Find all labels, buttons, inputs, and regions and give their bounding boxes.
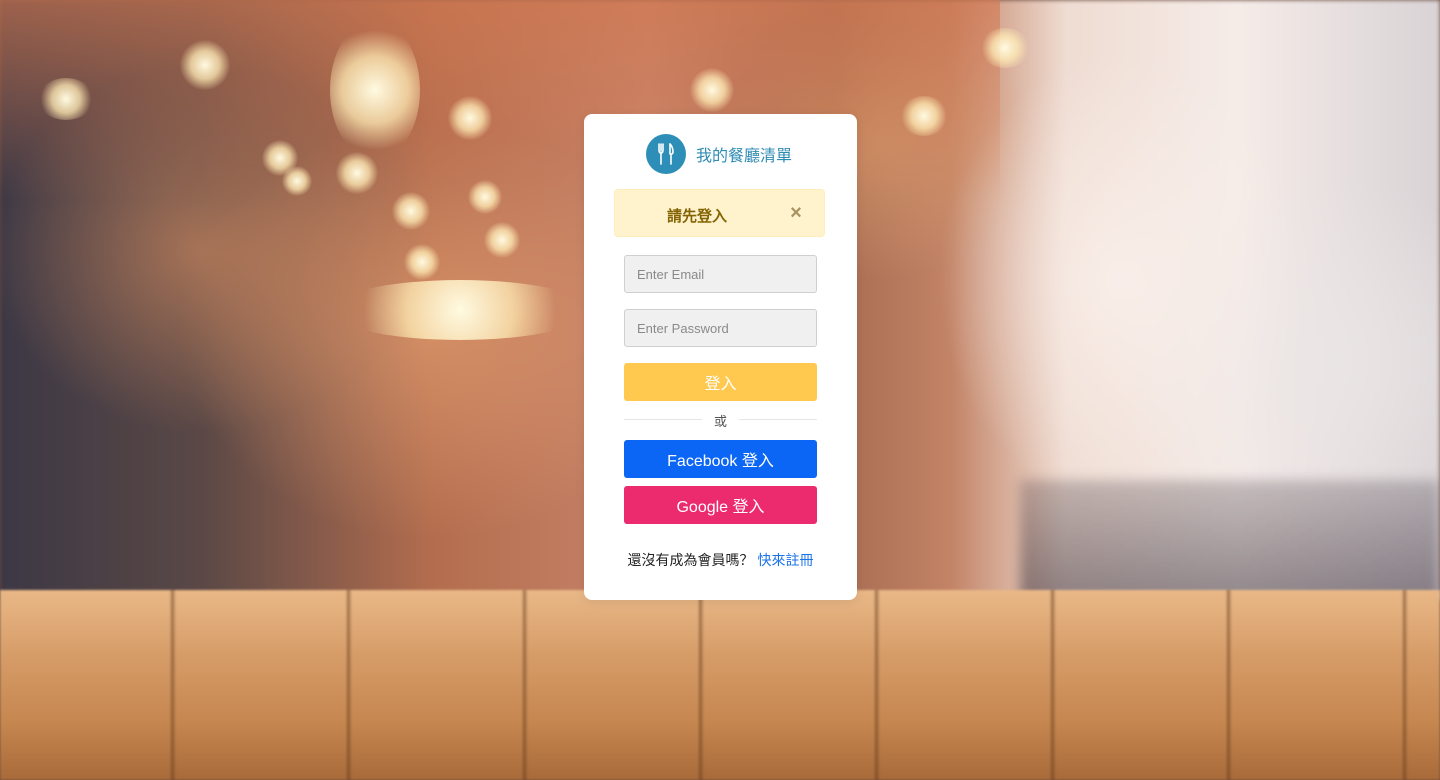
background-light bbox=[484, 222, 520, 258]
login-card: 我的餐廳清單 請先登入 × 登入 或 Facebook 登入 Google 登入… bbox=[584, 114, 857, 600]
background-table-shadow bbox=[1020, 480, 1440, 600]
login-button[interactable]: 登入 bbox=[624, 363, 817, 401]
email-input[interactable] bbox=[624, 255, 817, 293]
utensils-icon bbox=[646, 134, 686, 174]
divider-label: 或 bbox=[713, 414, 727, 429]
background-wooden-table bbox=[0, 590, 1440, 780]
divider-line-right bbox=[739, 419, 817, 420]
brand-name: 我的餐廳清單 bbox=[696, 148, 793, 165]
google-login-button[interactable]: Google 登入 bbox=[624, 486, 817, 524]
password-input[interactable] bbox=[624, 309, 817, 347]
alert-message: 請先登入 bbox=[667, 208, 728, 225]
close-icon[interactable]: × bbox=[788, 203, 804, 223]
background-light bbox=[980, 28, 1030, 68]
background-light bbox=[404, 244, 440, 280]
background-light bbox=[38, 78, 94, 120]
login-required-alert: 請先登入 × bbox=[614, 189, 825, 237]
background-light bbox=[330, 20, 420, 160]
background-light bbox=[900, 96, 948, 136]
or-divider: 或 bbox=[624, 410, 817, 429]
background-light bbox=[180, 40, 230, 90]
background-light bbox=[690, 68, 734, 112]
signup-prompt: 還沒有成為會員嗎？ 快來註冊 bbox=[584, 550, 857, 570]
background-light bbox=[282, 166, 312, 196]
signup-link[interactable]: 快來註冊 bbox=[758, 552, 814, 568]
background-light bbox=[392, 192, 430, 230]
facebook-login-button[interactable]: Facebook 登入 bbox=[624, 440, 817, 478]
background-light bbox=[448, 96, 492, 140]
signup-prompt-text: 還沒有成為會員嗎？ bbox=[627, 552, 754, 568]
background-light bbox=[468, 180, 502, 214]
utensils-icon-svg bbox=[658, 143, 674, 165]
background-light bbox=[330, 280, 590, 340]
brand-header: 我的餐廳清單 bbox=[646, 134, 792, 174]
